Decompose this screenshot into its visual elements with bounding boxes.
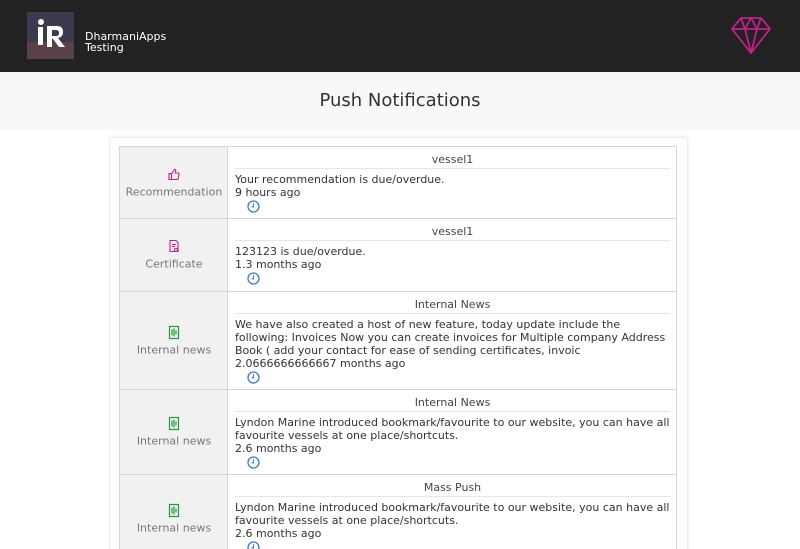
news-icon	[168, 503, 180, 518]
table-row[interactable]: Internal news Internal News Lyndon Marin…	[119, 389, 677, 475]
clock-icon	[247, 456, 260, 469]
page-title: Push Notifications	[319, 90, 481, 111]
notification-time: 1.3 months ago	[235, 258, 322, 271]
clock-icon	[247, 371, 260, 384]
clock-icon	[247, 541, 260, 549]
notification-title: Internal News	[235, 396, 670, 412]
notification-message: vessel1 123123 is due/overdue. 1.3 month…	[235, 225, 670, 285]
news-icon	[168, 325, 180, 339]
top-navbar: DharmaniApps Testing	[0, 0, 800, 72]
page-header: Push Notifications	[0, 72, 800, 130]
notification-body: Lyndon Marine introduced bookmark/favour…	[235, 501, 670, 527]
news-icon	[168, 416, 180, 431]
notification-category: Recommendation	[120, 147, 228, 218]
notification-body: Lyndon Marine introduced bookmark/favour…	[235, 416, 670, 442]
table-row[interactable]: Internal news Internal News We have also…	[119, 291, 677, 390]
notification-body: 123123 is due/overdue.	[235, 245, 366, 258]
notification-title: Internal News	[235, 298, 670, 314]
category-label: Internal news	[136, 343, 212, 356]
certificate-icon	[169, 239, 179, 253]
table-row[interactable]: Certificate vessel1 123123 is due/overdu…	[119, 218, 677, 292]
notification-title: Mass Push	[235, 481, 670, 497]
notification-body: We have also created a host of new featu…	[235, 318, 666, 357]
notification-time: 2.6 months ago	[235, 442, 322, 455]
category-label: Recommendation	[125, 185, 223, 198]
notification-time: 2.6 months ago	[235, 527, 322, 540]
notification-body: Your recommendation is due/overdue.	[235, 173, 445, 186]
notification-message: Internal News We have also created a hos…	[235, 298, 670, 384]
main-content: Recommendation vessel1 Your recommendati…	[0, 130, 800, 549]
notification-category: Internal news	[120, 475, 228, 549]
clock-icon	[247, 272, 260, 285]
notification-message: Internal News Lyndon Marine introduced b…	[235, 396, 670, 469]
category-label: Internal news	[136, 521, 212, 535]
category-label: Internal news	[136, 434, 212, 448]
notification-category: Certificate	[120, 219, 228, 291]
clock-icon	[247, 200, 260, 213]
notifications-card: Recommendation vessel1 Your recommendati…	[111, 138, 687, 549]
category-label: Certificate	[145, 257, 203, 271]
notification-message: vessel1 Your recommendation is due/overd…	[235, 153, 670, 213]
table-row[interactable]: Recommendation vessel1 Your recommendati…	[119, 146, 677, 219]
notification-time: 9 hours ago	[235, 186, 301, 199]
notification-category: Internal news	[120, 292, 228, 389]
notification-title: vessel1	[235, 225, 670, 241]
notification-message: Mass Push Lyndon Marine introduced bookm…	[235, 481, 670, 549]
brand-name-line2: Testing	[85, 41, 124, 54]
brand-name[interactable]: DharmaniApps Testing	[85, 31, 205, 53]
notification-time: 2.0666666666667 months ago	[235, 357, 406, 370]
table-row[interactable]: Internal news Mass Push Lyndon Marine in…	[119, 474, 677, 549]
notification-category: Internal news	[120, 390, 228, 474]
diamond-icon[interactable]	[730, 14, 772, 56]
thumbs-up-icon	[168, 168, 180, 180]
brand-logo-icon[interactable]	[27, 12, 74, 59]
notification-title: vessel1	[235, 153, 670, 169]
